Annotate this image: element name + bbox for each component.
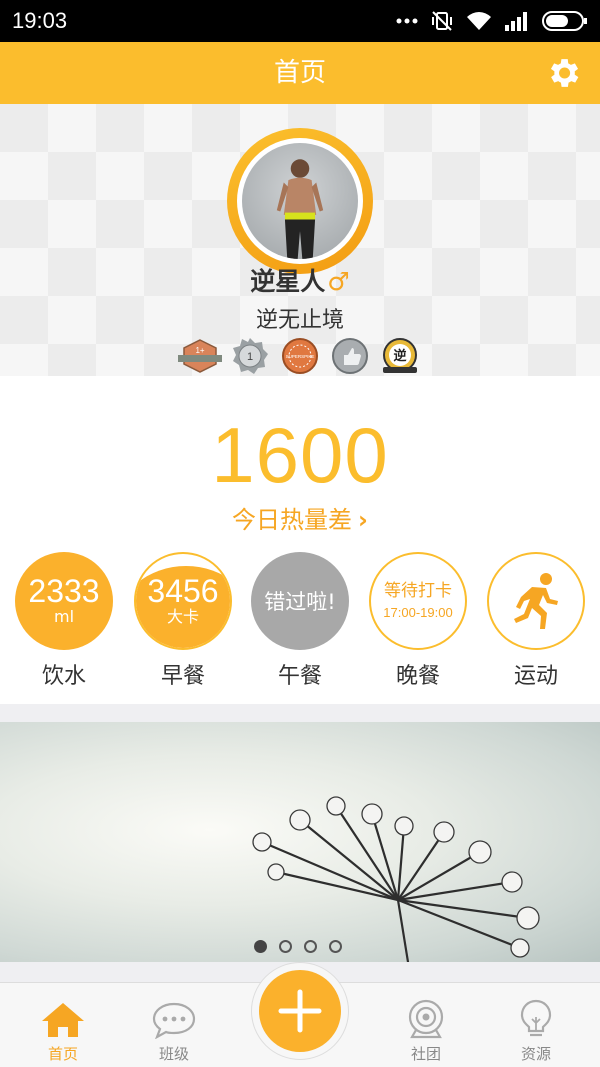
nav-class[interactable]: 班级 (134, 999, 214, 1064)
nav-resources-label: 资源 (520, 1045, 551, 1063)
banner-carousel[interactable] (0, 722, 600, 962)
running-person-icon (514, 573, 558, 629)
meal-dinner[interactable]: 等待打卡 17:00-19:00 晚餐 (368, 552, 468, 690)
meal-exercise[interactable]: 运动 (486, 552, 586, 690)
add-button[interactable] (259, 970, 341, 1052)
water-circle: 2333 ml (15, 552, 113, 650)
carousel-dot-2[interactable] (279, 940, 292, 953)
nav-club-label: 社团 (410, 1045, 441, 1063)
meal-lunch[interactable]: 错过啦! 午餐 (250, 552, 350, 690)
dinner-time: 17:00-19:00 (383, 605, 453, 620)
status-time: 19:03 (12, 8, 68, 33)
calorie-value: 1600 (211, 411, 389, 499)
battery-icon (542, 10, 588, 32)
carousel-dots (254, 940, 342, 953)
nav-resources[interactable]: 资源 (496, 999, 576, 1064)
avatar-photo (242, 143, 358, 259)
avatar[interactable] (227, 128, 373, 274)
status-bar: 19:03 (0, 0, 600, 42)
user-motto: 逆无止境 (255, 308, 344, 333)
settings-button[interactable] (544, 54, 582, 92)
lunch-circle: 错过啦! (251, 552, 349, 650)
chat-bubble-icon (152, 1002, 196, 1039)
flower-photo (252, 796, 540, 962)
dinner-circle: 等待打卡 17:00-19:00 (369, 552, 467, 650)
nav-club[interactable]: 社团 (386, 999, 466, 1064)
cell-signal-icon (504, 10, 530, 32)
meal-breakfast[interactable]: 3456 大卡 早餐 (133, 552, 233, 690)
water-label: 饮水 (41, 664, 86, 689)
water-value: 2333 (28, 573, 100, 609)
status-icons (396, 8, 588, 34)
breakfast-label: 早餐 (160, 664, 205, 689)
lightbulb-icon (520, 999, 552, 1037)
nav-home[interactable]: 首页 (23, 999, 103, 1064)
logo-badge-text: 逆 (393, 348, 406, 364)
round-orange-badge-text: SUPERSPIKE (286, 354, 315, 359)
exercise-circle (487, 552, 585, 650)
dinner-status: 等待打卡 (384, 581, 452, 601)
medal-badge[interactable]: 1 (228, 336, 272, 376)
profile-header: 逆星人♂ 逆无止境 1+ 1 SUPERSPIKE 逆 (0, 104, 600, 376)
calorie-card: 1600 今日热量差› 2333 ml 饮水 3456 大卡 早餐 错过啦! (0, 376, 600, 704)
carousel-dot-3[interactable] (304, 940, 317, 953)
meal-row: 2333 ml 饮水 3456 大卡 早餐 错过啦! 午餐 等待打卡 17:00… (0, 552, 600, 692)
lunch-label: 午餐 (277, 664, 322, 689)
page-title: 首页 (273, 58, 326, 88)
logo-badge[interactable]: 逆 (378, 336, 422, 376)
breakfast-value: 3456 (147, 573, 219, 609)
hexagon-badge-text: 1+ (195, 346, 204, 355)
thumbs-up-badge[interactable] (328, 336, 372, 376)
carousel-dot-1[interactable] (254, 940, 267, 953)
signal-dots-icon (396, 18, 418, 24)
dinner-label: 晚餐 (395, 664, 440, 689)
mute-vibrate-icon (430, 9, 454, 33)
breakfast-unit: 大卡 (166, 607, 199, 626)
nav-class-label: 班级 (158, 1045, 189, 1063)
user-name: 逆星人 (250, 267, 326, 296)
home-icon (42, 1003, 84, 1037)
wifi-icon (466, 10, 492, 32)
calorie-label: 今日热量差 (232, 506, 353, 534)
medal-badge-text: 1 (247, 351, 253, 363)
exercise-label: 运动 (513, 664, 558, 689)
person-figure-icon (276, 159, 324, 259)
camera-icon (408, 999, 444, 1039)
male-gender-icon: ♂ (327, 267, 350, 296)
nav-home-label: 首页 (47, 1045, 78, 1063)
title-bar: 首页 (0, 42, 600, 104)
hexagon-badge[interactable]: 1+ (178, 336, 222, 376)
user-name-row: 逆星人♂ (0, 262, 600, 298)
gear-icon (550, 59, 579, 87)
carousel-dot-4[interactable] (329, 940, 342, 953)
badge-list: 1+ 1 SUPERSPIKE 逆 (178, 336, 422, 376)
meal-water[interactable]: 2333 ml 饮水 (14, 552, 114, 690)
lunch-status: 错过啦! (264, 590, 336, 614)
calorie-deficit-link[interactable]: 今日热量差 › (0, 500, 600, 535)
chevron-right-icon: › (358, 506, 368, 534)
round-orange-badge[interactable]: SUPERSPIKE (278, 336, 322, 376)
breakfast-circle: 3456 大卡 (134, 552, 232, 650)
water-unit: ml (53, 607, 75, 626)
plus-icon (278, 989, 322, 1033)
